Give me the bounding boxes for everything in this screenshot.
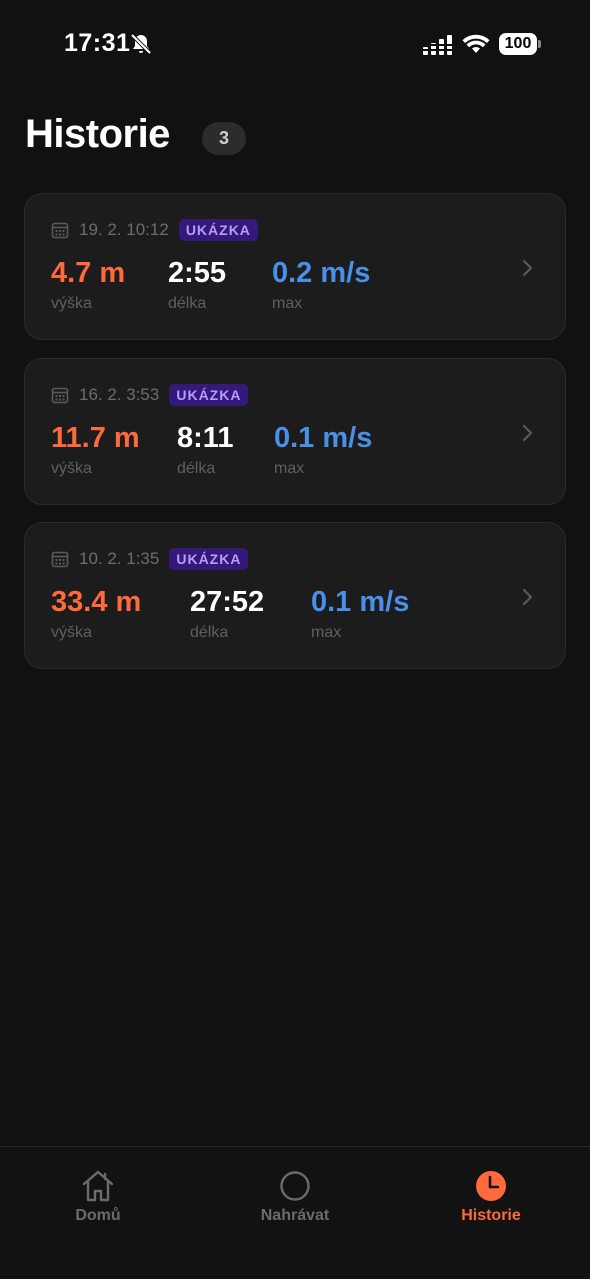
card-header: 16. 2. 3:53 UKÁZKA [51,384,249,406]
calendar-icon [51,222,69,239]
tab-history[interactable]: Historie [421,1169,561,1225]
duration-value: 27:52 [190,586,265,618]
calendar-icon [51,551,69,568]
status-bar: 17:31 100 [0,0,590,88]
height-stat: 11.7 m výška [51,421,140,478]
record-circle-icon [280,1171,310,1201]
demo-badge: UKÁZKA [169,384,249,406]
demo-badge: UKÁZKA [178,219,258,241]
max-speed-label: max [274,460,305,477]
tab-history-label: Historie [461,1207,521,1224]
battery-nub [538,40,541,48]
duration-label: délka [168,295,207,312]
max-speed-stat: 0.1 m/s max [274,421,372,478]
status-time: 17:31 [64,29,131,57]
max-speed-stat: 0.1 m/s max [311,585,409,642]
tab-bar: Domů Nahrávat Historie [0,1146,590,1279]
history-count-badge: 3 [202,122,246,155]
height-value: 11.7 m [51,422,140,454]
tab-home-label: Domů [75,1207,121,1224]
max-speed-label: max [311,624,342,641]
history-screen: 17:31 100 Historie 3 19. 2. 10:12 UKÁZKA… [0,0,590,1279]
page-title: Historie [25,112,170,156]
max-speed-value: 0.1 m/s [311,586,410,618]
height-label: výška [51,460,92,477]
height-stat: 33.4 m výška [51,585,141,642]
tab-record-label: Nahrávat [260,1207,330,1224]
tab-home[interactable]: Domů [28,1169,168,1225]
history-card[interactable]: 19. 2. 10:12 UKÁZKA 4.7 m výška 2:55 dél… [24,193,566,340]
duration-label: délka [177,460,216,477]
chevron-right-icon [522,424,533,442]
bell-slash-icon [130,33,152,55]
duration-stat: 2:55 délka [168,256,226,313]
history-card[interactable]: 10. 2. 1:35 UKÁZKA 33.4 m výška 27:52 dé… [24,522,566,669]
card-header: 19. 2. 10:12 UKÁZKA [51,219,258,241]
duration-label: délka [190,624,229,641]
signal-icon [423,35,453,55]
card-date: 16. 2. 3:53 [79,385,160,404]
battery-icon: 100 [499,33,537,55]
height-value: 4.7 m [51,257,126,289]
max-speed-value: 0.1 m/s [274,422,373,454]
home-icon [82,1170,114,1202]
wifi-icon [462,34,490,53]
max-speed-label: max [272,295,303,312]
duration-value: 2:55 [168,257,227,289]
height-label: výška [51,295,92,312]
chevron-right-icon [522,259,533,277]
duration-value: 8:11 [177,422,234,454]
card-date: 10. 2. 1:35 [79,549,160,568]
tab-record[interactable]: Nahrávat [225,1169,365,1225]
chevron-right-icon [522,588,533,606]
history-card[interactable]: 16. 2. 3:53 UKÁZKA 11.7 m výška 8:11 dél… [24,358,566,505]
clock-icon [476,1171,506,1201]
height-stat: 4.7 m výška [51,256,125,313]
duration-stat: 8:11 délka [177,421,233,478]
max-speed-value: 0.2 m/s [272,257,371,289]
max-speed-stat: 0.2 m/s max [272,256,370,313]
height-value: 33.4 m [51,586,142,618]
demo-badge: UKÁZKA [169,548,249,570]
calendar-icon [51,387,69,404]
card-date: 19. 2. 10:12 [79,220,169,239]
duration-stat: 27:52 délka [190,585,264,642]
card-header: 10. 2. 1:35 UKÁZKA [51,548,249,570]
height-label: výška [51,624,92,641]
